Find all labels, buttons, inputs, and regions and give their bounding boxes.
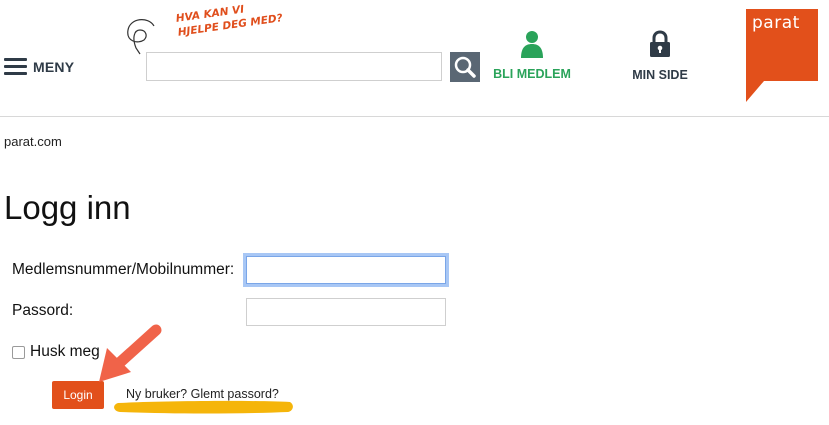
account-links: Ny bruker? Glemt passord? (126, 387, 279, 401)
my-page-label: MIN SIDE (632, 68, 688, 82)
site-header: MENY HVA KAN VI HJELPE DEG MED? BLI MEDL… (0, 0, 829, 117)
join-label: BLI MEDLEM (493, 67, 571, 81)
menu-button[interactable]: MENY (4, 58, 74, 75)
breadcrumb[interactable]: parat.com (4, 134, 62, 149)
hamburger-icon (4, 58, 27, 75)
my-page-link[interactable]: MIN SIDE (627, 30, 693, 82)
search-input[interactable] (146, 52, 442, 81)
help-prompt: HVA KAN VI HJELPE DEG MED? (175, 0, 288, 40)
login-button[interactable]: Login (52, 381, 104, 409)
padlock-icon (650, 30, 670, 57)
member-number-label: Medlemsnummer/Mobilnummer: (12, 261, 235, 278)
menu-label: MENY (33, 58, 75, 75)
highlight-underline (114, 400, 293, 414)
person-icon (521, 31, 543, 58)
logo-text: parat (752, 13, 800, 33)
join-link[interactable]: BLI MEDLEM (489, 30, 575, 81)
forgot-password-link[interactable]: Glemt passord? (191, 387, 279, 401)
search-button[interactable] (450, 52, 480, 82)
member-number-field[interactable] (246, 256, 446, 284)
magnifier-icon (454, 56, 476, 78)
arrow-annotation (99, 324, 162, 382)
remember-me-label[interactable]: Husk meg (30, 343, 100, 361)
password-field[interactable] (246, 298, 446, 326)
parat-logo[interactable]: parat (746, 9, 818, 102)
password-label: Passord: (12, 302, 74, 319)
remember-me-checkbox[interactable] (12, 346, 25, 359)
page-title: Logg inn (4, 189, 131, 226)
new-user-link[interactable]: Ny bruker? (126, 387, 187, 401)
doodle-arrow-icon (127, 19, 155, 55)
